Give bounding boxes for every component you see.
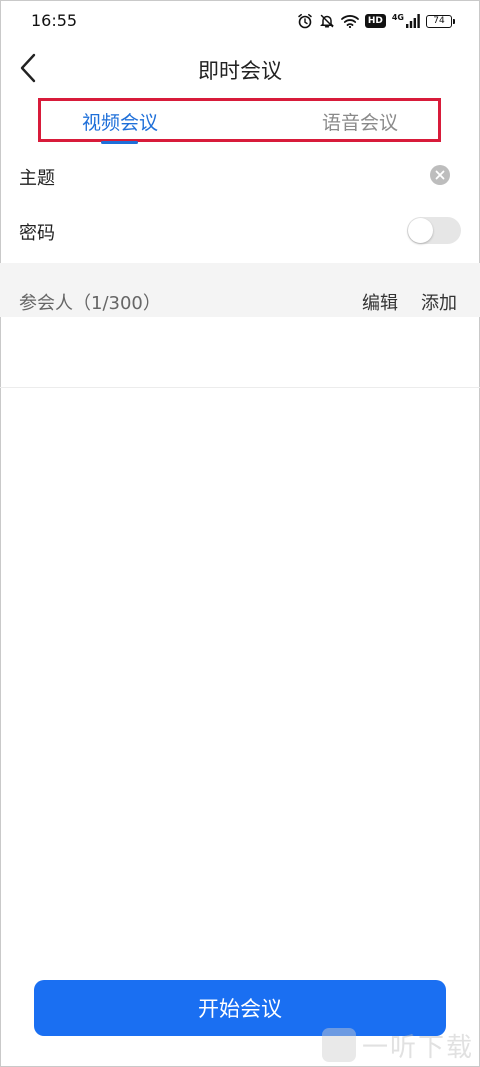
wifi-icon	[340, 14, 359, 28]
participants-header: 参会人（1/300） 编辑 添加	[0, 263, 480, 317]
password-label: 密码	[19, 223, 55, 244]
close-icon	[435, 170, 445, 180]
watermark-logo-icon	[322, 1028, 356, 1062]
participants-label: 参会人（1/300）	[19, 293, 161, 314]
toggle-knob	[408, 218, 433, 243]
network-type-label: 4G	[391, 13, 404, 22]
watermark: 一听下载	[322, 1025, 474, 1065]
battery-icon: 74	[426, 14, 455, 28]
page-title: 即时会议	[198, 59, 282, 83]
status-bar: 16:55 HD 4G 74	[0, 0, 480, 40]
header: 即时会议	[0, 42, 480, 94]
add-participant-button[interactable]: 添加	[421, 289, 457, 315]
status-time: 16:55	[31, 11, 78, 30]
hd-icon: HD	[364, 14, 386, 28]
clear-subject-button[interactable]	[430, 165, 450, 185]
bell-off-icon	[319, 13, 335, 29]
tab-active-indicator	[101, 141, 138, 144]
signal-icon: 4G	[392, 14, 420, 28]
watermark-text: 一听下载	[362, 1032, 475, 1063]
subject-row[interactable]: 主题	[0, 148, 480, 204]
tab-video-meeting[interactable]: 视频会议	[82, 108, 158, 135]
participants-divider	[0, 387, 480, 388]
password-row: 密码	[0, 203, 480, 259]
tab-audio-meeting[interactable]: 语音会议	[322, 108, 398, 135]
status-icons: HD 4G 74	[297, 11, 455, 31]
subject-label: 主题	[19, 168, 55, 189]
battery-level: 74	[433, 15, 445, 26]
edit-participants-button[interactable]: 编辑	[362, 289, 398, 315]
password-toggle[interactable]	[407, 217, 461, 244]
alarm-icon	[297, 13, 313, 29]
